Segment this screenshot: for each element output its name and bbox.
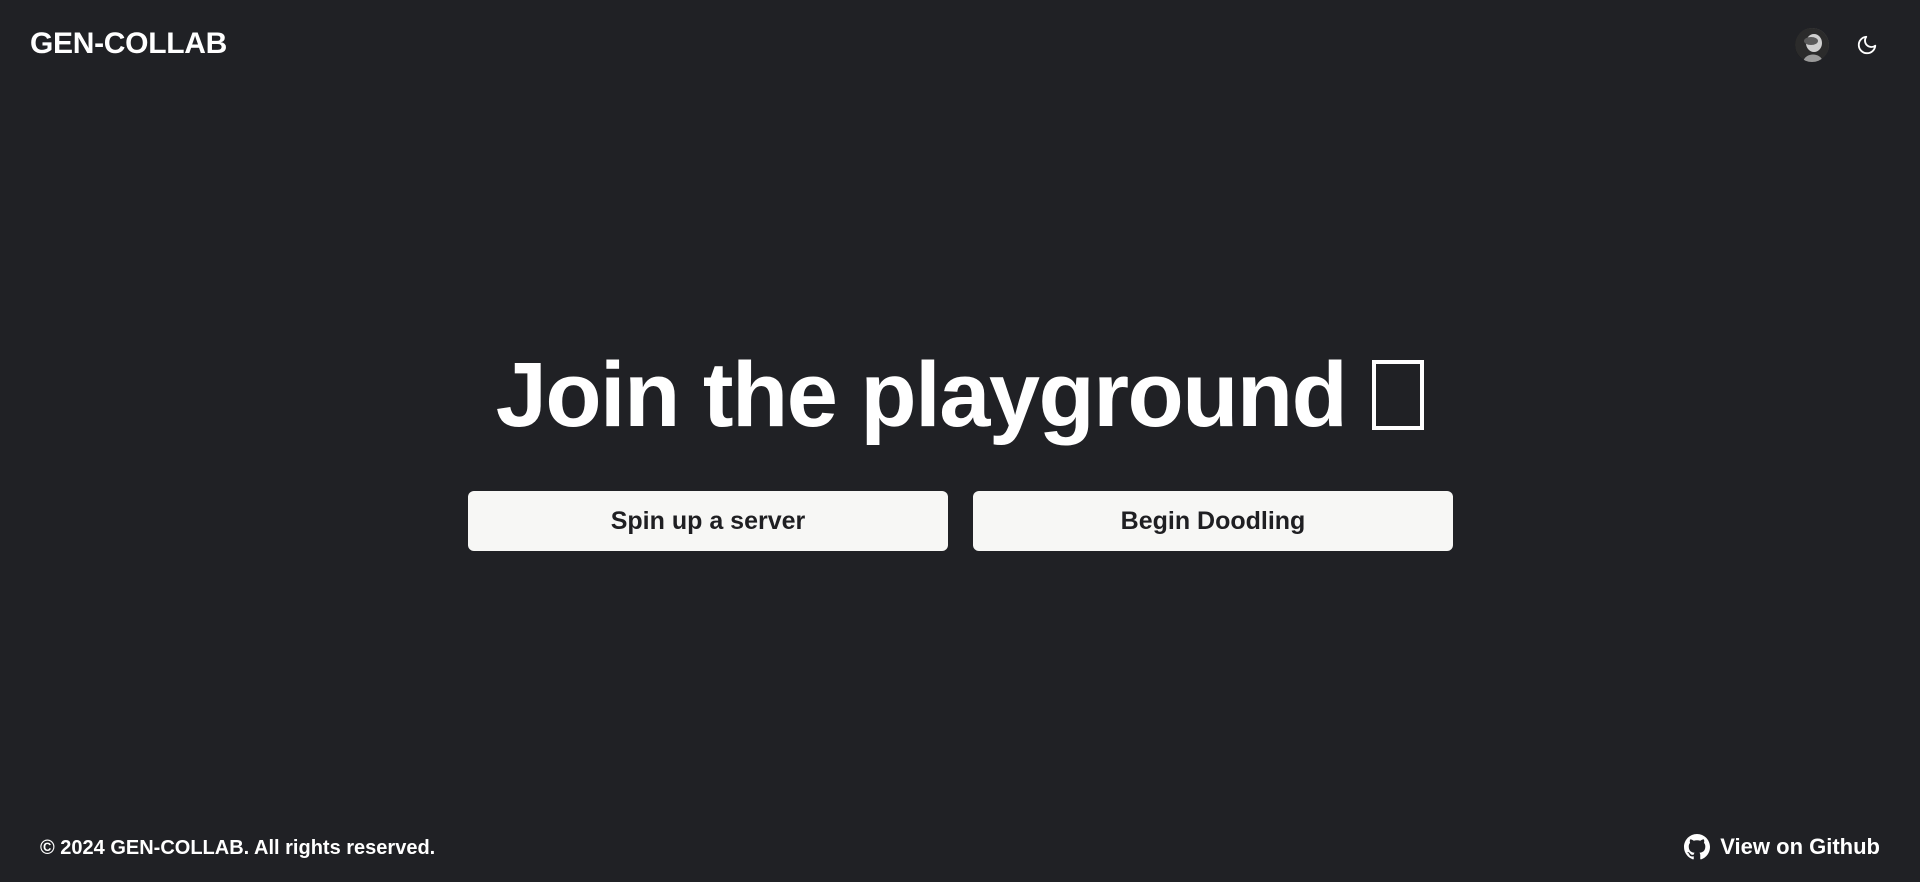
copyright-text: © 2024 GEN-COLLAB. All rights reserved. [40,837,436,859]
view-on-github-link[interactable]: View on Github [1684,834,1880,860]
site-header: GEN-COLLAB [0,0,1920,90]
avatar-image-icon [1795,28,1829,62]
theme-toggle-button[interactable] [1852,30,1882,60]
moon-icon [1857,35,1877,55]
hero-title-text: Join the playground [495,344,1348,446]
page: GEN-COLLAB Join the playground Spin up a… [0,0,1920,882]
github-link-label: View on Github [1720,834,1880,859]
spin-up-server-button[interactable]: Spin up a server [468,491,948,551]
hero-title: Join the playground [0,340,1920,450]
github-icon [1684,834,1711,860]
begin-doodling-button[interactable]: Begin Doodling [973,491,1453,551]
brand-logo[interactable]: GEN-COLLAB [30,27,227,61]
user-avatar[interactable] [1795,28,1829,62]
missing-glyph-icon [1372,360,1425,430]
